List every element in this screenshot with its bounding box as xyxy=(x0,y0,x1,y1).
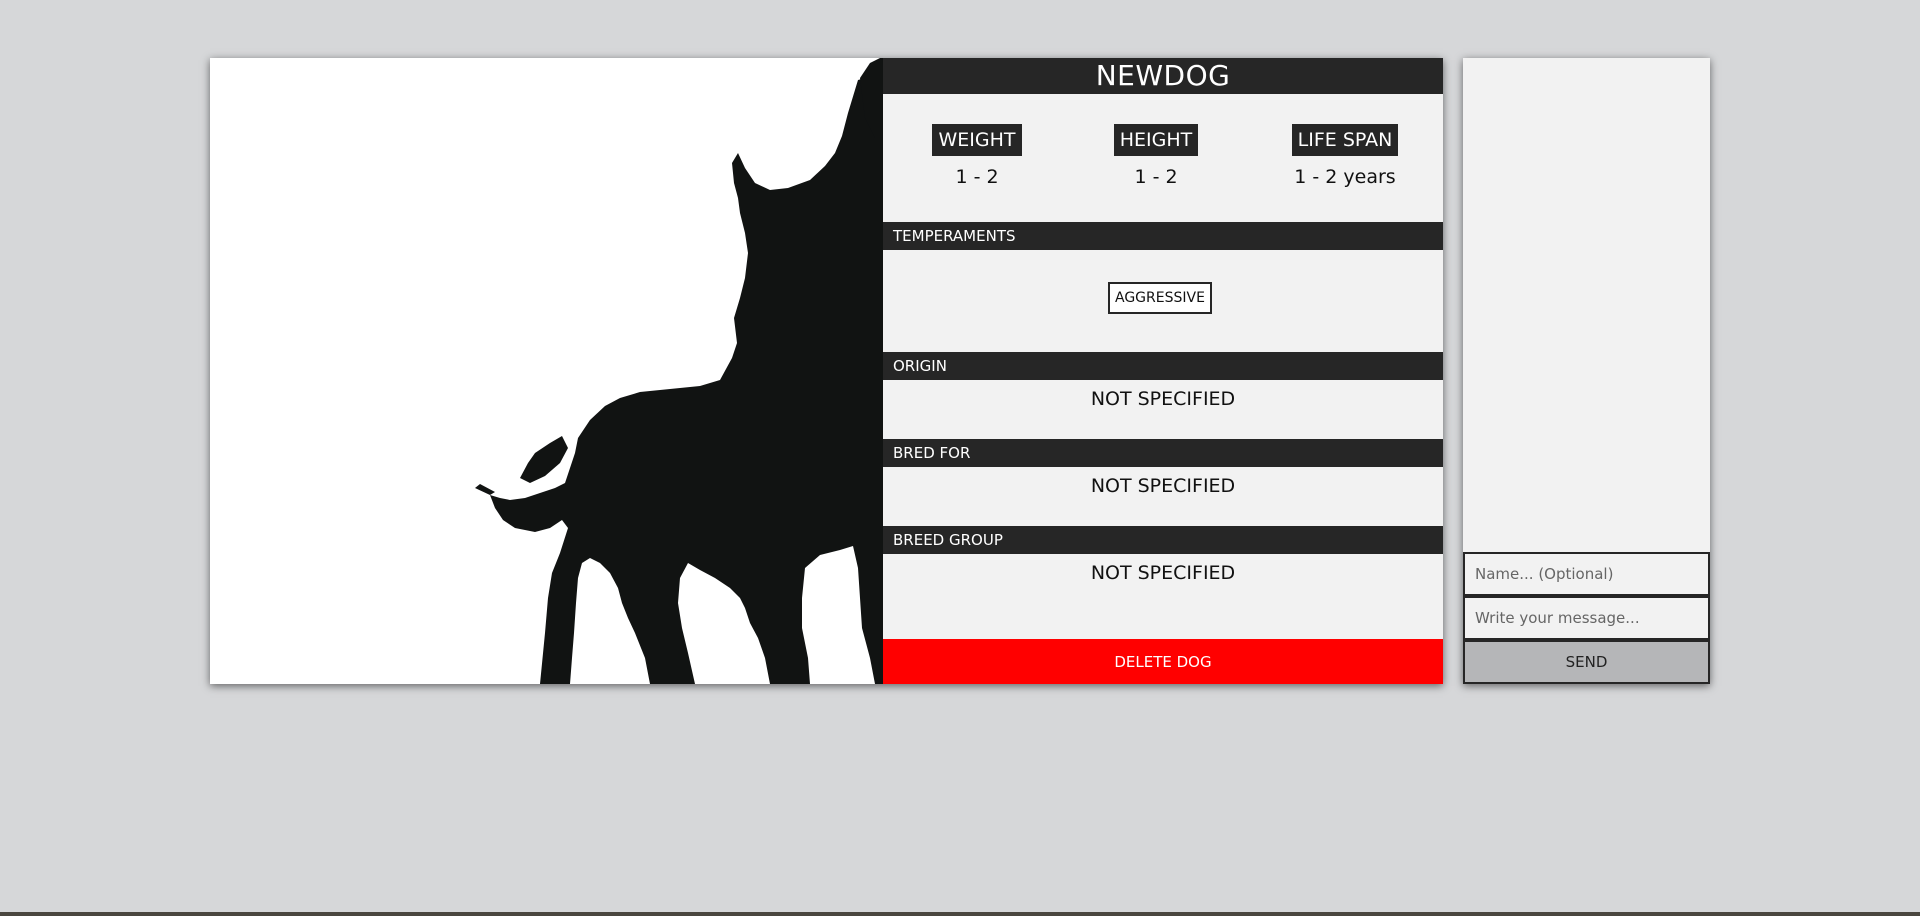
stat-life-span: LIFE SPAN 1 - 2 years xyxy=(1275,124,1415,188)
chat-message-input[interactable] xyxy=(1463,596,1710,640)
stat-weight: WEIGHT 1 - 2 xyxy=(923,124,1031,188)
dog-silhouette-icon xyxy=(475,58,883,684)
stat-height-value: 1 - 2 xyxy=(1134,166,1178,188)
breed-group-header: BREED GROUP xyxy=(883,526,1443,554)
origin-header: ORIGIN xyxy=(883,352,1443,380)
dog-name-title: NEWDOG xyxy=(883,58,1443,94)
stat-weight-value: 1 - 2 xyxy=(955,166,999,188)
bred-for-header: BRED FOR xyxy=(883,439,1443,467)
stat-life-span-value: 1 - 2 years xyxy=(1294,166,1396,188)
temperaments-header: TEMPERAMENTS xyxy=(883,222,1443,250)
stat-life-span-label: LIFE SPAN xyxy=(1291,124,1399,156)
temperament-badge: AGGRESSIVE xyxy=(1108,282,1212,314)
breed-group-value: NOT SPECIFIED xyxy=(1090,562,1236,584)
chat-panel: SEND xyxy=(1463,58,1710,684)
chat-messages[interactable] xyxy=(1463,58,1710,552)
origin-value: NOT SPECIFIED xyxy=(1090,388,1236,410)
delete-dog-button[interactable]: DELETE DOG xyxy=(883,639,1443,684)
dog-stats: WEIGHT 1 - 2 HEIGHT 1 - 2 LIFE SPAN 1 - … xyxy=(883,124,1443,204)
dog-detail-card: NEWDOG WEIGHT 1 - 2 HEIGHT 1 - 2 LIFE SP… xyxy=(210,58,1443,684)
bred-for-value: NOT SPECIFIED xyxy=(1090,475,1236,497)
dog-info-panel: NEWDOG WEIGHT 1 - 2 HEIGHT 1 - 2 LIFE SP… xyxy=(883,58,1443,684)
send-button[interactable]: SEND xyxy=(1463,640,1710,684)
stat-height: HEIGHT 1 - 2 xyxy=(1106,124,1206,188)
stat-weight-label: WEIGHT xyxy=(932,124,1022,156)
stat-height-label: HEIGHT xyxy=(1113,124,1199,156)
bottom-divider xyxy=(0,912,1920,916)
chat-name-input[interactable] xyxy=(1463,552,1710,596)
dog-image xyxy=(210,58,883,684)
